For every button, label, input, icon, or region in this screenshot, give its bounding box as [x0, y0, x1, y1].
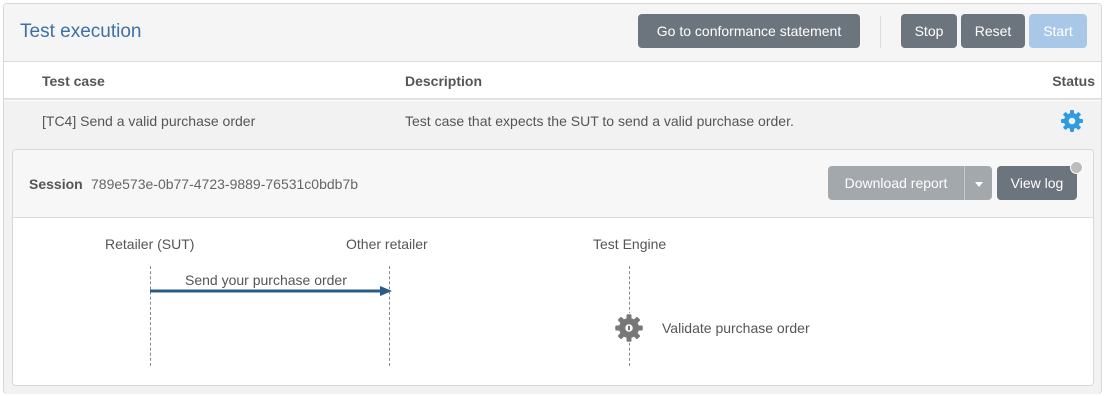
- panel-header: Test execution Go to conformance stateme…: [4, 4, 1101, 62]
- download-report-button[interactable]: Download report: [828, 166, 964, 200]
- actor-other-retailer: Other retailer: [346, 236, 428, 252]
- column-header-status: Status: [1052, 73, 1095, 89]
- view-log-button[interactable]: View log: [997, 166, 1077, 200]
- message-arrow: [150, 286, 392, 296]
- session-header: Session 789e573e-0b77-4723-9889-76531c0b…: [13, 150, 1093, 218]
- table-header: Test case Description Status: [4, 62, 1101, 100]
- chevron-down-icon: [974, 181, 983, 187]
- header-divider: [880, 16, 881, 48]
- start-button[interactable]: Start: [1029, 14, 1087, 48]
- page-title: Test execution: [20, 21, 142, 42]
- step-label: Validate purchase order: [662, 320, 810, 336]
- actor-test-engine: Test Engine: [593, 236, 667, 252]
- test-execution-panel: Test execution Go to conformance stateme…: [3, 3, 1102, 394]
- column-header-test-case: Test case: [42, 73, 105, 89]
- lifeline-other-retailer: [389, 266, 390, 366]
- test-case-name: [TC4] Send a valid purchase order: [42, 113, 256, 129]
- actor-retailer-sut: Retailer (SUT): [105, 236, 195, 252]
- reset-button[interactable]: Reset: [961, 14, 1025, 48]
- stop-button[interactable]: Stop: [901, 14, 957, 48]
- lifeline-retailer-sut: [150, 266, 151, 366]
- session-label: Session: [29, 176, 83, 192]
- gear-icon: [1060, 109, 1084, 133]
- download-options-toggle[interactable]: [964, 166, 992, 200]
- gear-icon: [614, 313, 644, 343]
- go-to-conformance-statement-button[interactable]: Go to conformance statement: [638, 14, 860, 48]
- table-row[interactable]: [TC4] Send a valid purchase order Test c…: [4, 101, 1101, 141]
- test-case-detail: Session 789e573e-0b77-4723-9889-76531c0b…: [4, 141, 1101, 394]
- test-case-description: Test case that expects the SUT to send a…: [405, 113, 794, 129]
- sequence-diagram: Retailer (SUT) Other retailer Test Engin…: [13, 218, 1093, 386]
- column-header-description: Description: [405, 73, 483, 89]
- session-panel: Session 789e573e-0b77-4723-9889-76531c0b…: [12, 149, 1094, 386]
- session-id: 789e573e-0b77-4723-9889-76531c0bdb7b: [91, 176, 359, 192]
- log-status-dot: [1070, 161, 1083, 174]
